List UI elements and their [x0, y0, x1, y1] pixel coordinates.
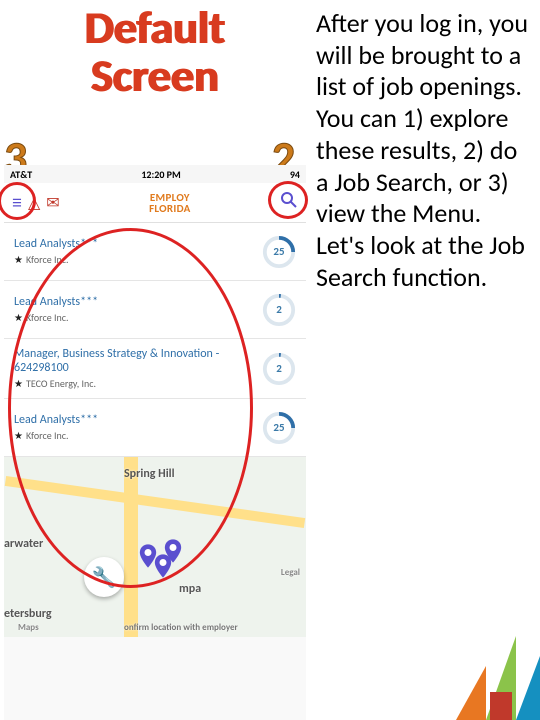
job-row[interactable]: Lead Analysts*** ★Kforce Inc. 2 [4, 281, 306, 339]
job-company: ★Kforce Inc. [14, 253, 254, 266]
slide: Default Screen 3 2 1 AT&T 12:20 PM 94 ≡ … [0, 0, 540, 720]
mail-icon[interactable]: ✉ [46, 193, 59, 213]
job-list: Lead Analysts***★Kforce Inc.25Lead Analy… [4, 223, 306, 457]
job-text: Lead Analysts*** ★Kforce Inc. [14, 295, 262, 324]
job-text: Lead Analysts*** ★Kforce Inc. [14, 413, 262, 442]
star-icon: ★ [14, 377, 23, 390]
app-toolbar: ≡ △ ✉ EMPLOY FLORIDA [4, 183, 306, 223]
star-icon: ★ [14, 429, 23, 442]
job-text: Manager, Business Strategy & Innovation … [14, 347, 262, 390]
job-company: ★Kforce Inc. [14, 429, 254, 442]
job-title: Lead Analysts*** [14, 237, 254, 251]
job-row[interactable]: Manager, Business Strategy & Innovation … [4, 339, 306, 399]
brand-bottom: FLORIDA [149, 203, 191, 214]
toolbar-left: ≡ △ ✉ [12, 191, 60, 215]
clock-label: 12:20 PM [141, 168, 180, 181]
maps-attrib: Maps [18, 622, 39, 633]
status-bar: AT&T 12:20 PM 94 [4, 165, 306, 183]
job-row[interactable]: Lead Analysts*** ★Kforce Inc. 25 [4, 223, 306, 281]
left-column: Default Screen 3 2 1 AT&T 12:20 PM 94 ≡ … [0, 0, 310, 720]
city-clearwater: arwater [4, 537, 43, 551]
confirm-label: onfirm location with employer [124, 622, 238, 633]
map-pin-icon [159, 537, 187, 565]
city-stpetersburg: etersburg [4, 607, 52, 621]
body-text: After you log in, you will be brought to… [316, 8, 534, 293]
search-icon[interactable] [280, 191, 298, 214]
job-company: ★Kforce Inc. [14, 311, 254, 324]
match-score: 25 [262, 411, 296, 445]
menu-icon[interactable]: ≡ [12, 191, 22, 215]
job-title: Lead Analysts*** [14, 413, 254, 427]
brand-logo: EMPLOY FLORIDA [149, 192, 191, 214]
city-springhill: Spring Hill [124, 467, 175, 481]
phone-screenshot: AT&T 12:20 PM 94 ≡ △ ✉ EMPLOY FLORIDA Le [4, 165, 306, 720]
slide-title: Default Screen [0, 0, 310, 101]
carrier-label: AT&T [10, 168, 32, 181]
match-score: 2 [262, 352, 296, 386]
star-icon: ★ [14, 253, 23, 266]
match-score: 25 [262, 235, 296, 269]
job-title: Manager, Business Strategy & Innovation … [14, 347, 254, 375]
alert-icon[interactable]: △ [28, 193, 40, 213]
job-company: ★TECO Energy, Inc. [14, 377, 254, 390]
match-score: 2 [262, 293, 296, 327]
title-line2: Screen [91, 48, 219, 104]
brand-top: EMPLOY [149, 192, 191, 203]
city-tampa: mpa [179, 582, 201, 596]
job-text: Lead Analysts*** ★Kforce Inc. [14, 237, 262, 266]
battery-label: 94 [290, 168, 300, 181]
wrench-button[interactable]: 🔧 [84, 557, 124, 597]
job-title: Lead Analysts*** [14, 295, 254, 309]
map-area[interactable]: Spring Hill arwater etersburg mpa Maps L… [4, 457, 306, 637]
corner-logo [430, 630, 540, 720]
star-icon: ★ [14, 311, 23, 324]
legal-label: Legal [281, 567, 300, 578]
job-row[interactable]: Lead Analysts*** ★Kforce Inc. 25 [4, 399, 306, 457]
right-column: After you log in, you will be brought to… [310, 0, 540, 720]
